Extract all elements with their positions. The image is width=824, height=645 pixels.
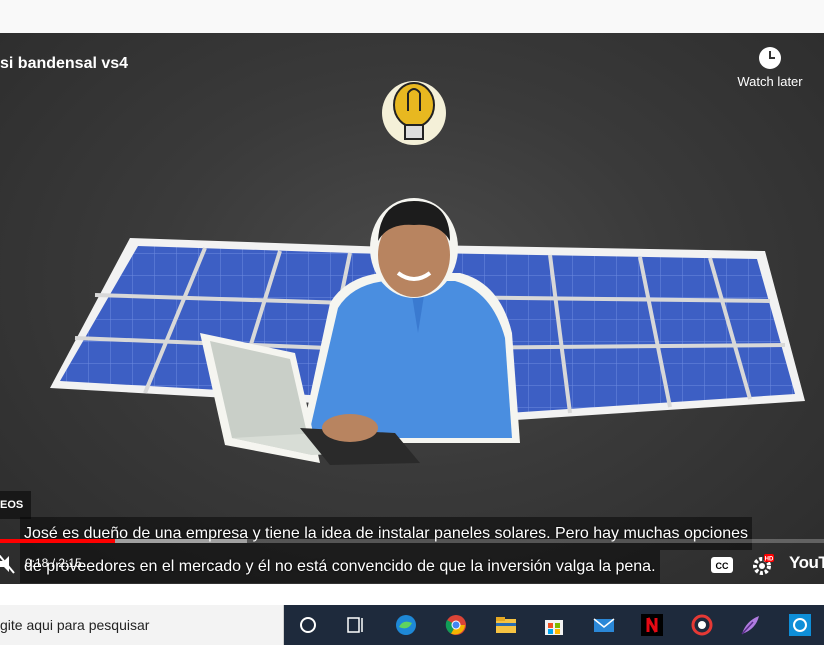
more-videos-badge[interactable]: EOS (0, 491, 32, 519)
player-controls: 0:18 / 2:15 CC HD YouTu (0, 545, 824, 584)
video-title[interactable]: si bandensal vs4 (0, 55, 128, 73)
settings-gear-icon[interactable]: HD (752, 554, 774, 576)
clock-icon (759, 47, 781, 69)
windows-taskbar: gite aqui para pesquisar (0, 605, 824, 645)
browser-top-strip (0, 0, 824, 33)
lightbulb-icon (382, 81, 446, 145)
app-blue-icon[interactable] (788, 613, 812, 637)
progress-bar[interactable] (0, 539, 824, 543)
hd-badge: HD (765, 557, 774, 563)
chrome-icon[interactable] (444, 613, 468, 637)
netflix-icon[interactable] (640, 613, 664, 637)
app-red-icon[interactable] (690, 613, 714, 637)
mail-icon[interactable] (592, 613, 616, 637)
store-icon[interactable] (542, 613, 566, 637)
time-display: 0:18 / 2:15 (25, 556, 82, 570)
captions-icon[interactable]: CC (711, 557, 733, 573)
video-frame (50, 81, 805, 465)
feather-icon[interactable] (738, 613, 762, 637)
video-player[interactable]: si bandensal vs4 Watch later EOS José es… (0, 33, 824, 584)
task-view-icon[interactable] (344, 613, 368, 637)
progress-played (0, 539, 116, 543)
cortana-icon[interactable] (296, 613, 320, 637)
file-explorer-icon[interactable] (494, 613, 518, 637)
taskbar-search-input[interactable]: gite aqui para pesquisar (0, 605, 284, 645)
watch-later-label: Watch later (737, 74, 803, 89)
edge-icon[interactable] (394, 613, 418, 637)
mute-icon[interactable] (0, 553, 16, 575)
youtube-logo[interactable]: YouTu (789, 553, 824, 573)
person-figure (300, 198, 520, 443)
svg-text:CC: CC (716, 561, 729, 571)
watch-later-button[interactable]: Watch later (728, 47, 812, 89)
